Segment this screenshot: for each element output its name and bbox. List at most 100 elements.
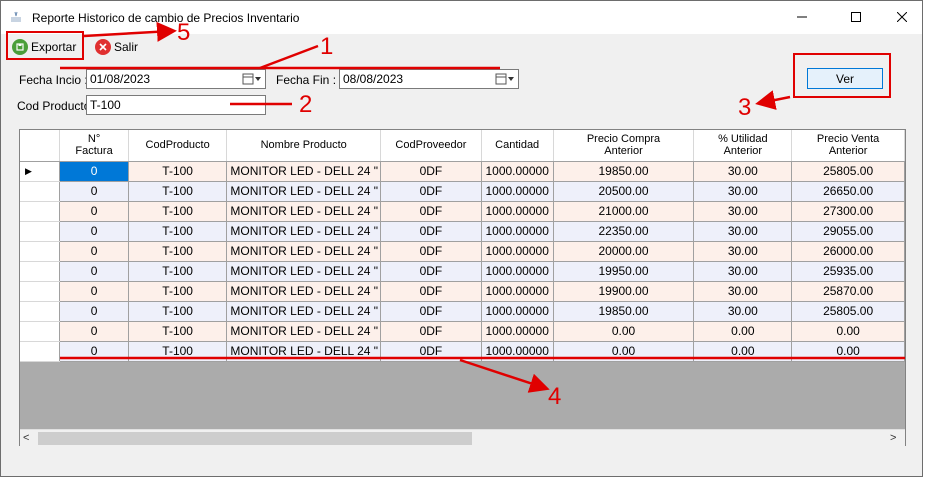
cell-codproducto[interactable]: T-100 [128, 201, 228, 222]
fecha-fin-picker[interactable]: 08/08/2023 [339, 69, 519, 89]
cell-precio-venta[interactable]: 25805.00 [791, 301, 905, 322]
cell-codproveedor[interactable]: 0DF [380, 201, 482, 222]
cell-codproveedor[interactable]: 0DF [380, 261, 482, 282]
cell-nombre[interactable]: MONITOR LED - DELL 24 " [226, 321, 382, 342]
table-row[interactable]: ▶ 0 T-100 MONITOR LED - DELL 24 " 0DF 1000.00… [20, 161, 905, 182]
cell-codproducto[interactable]: T-100 [128, 241, 228, 262]
cell-precio-venta[interactable]: 27300.00 [791, 201, 905, 222]
cell-precio-compra[interactable]: 19950.00 [553, 261, 695, 282]
table-row[interactable]: 0 T-100 MONITOR LED - DELL 24 " 0DF 1000.000… [20, 201, 905, 222]
cell-cantidad[interactable]: 1000.00000 [481, 341, 554, 362]
cell-nombre[interactable]: MONITOR LED - DELL 24 " [226, 181, 382, 202]
cell-precio-compra[interactable]: 0.00 [553, 341, 695, 362]
row-header[interactable] [20, 261, 61, 282]
title-bar[interactable]: Reporte Historico de cambio de Precios I… [1, 1, 922, 34]
cell-utilidad[interactable]: 30.00 [693, 281, 793, 302]
cod-producto-input[interactable]: T-100 [86, 95, 266, 115]
cell-precio-venta[interactable]: 0.00 [791, 321, 905, 342]
cell-utilidad[interactable]: 30.00 [693, 221, 793, 242]
cell-cantidad[interactable]: 1000.00000 [481, 261, 554, 282]
cell-factura[interactable]: 0 [59, 281, 129, 302]
cell-factura[interactable]: 0 [59, 181, 129, 202]
cell-codproveedor[interactable]: 0DF [380, 181, 482, 202]
cell-nombre[interactable]: MONITOR LED - DELL 24 " [226, 161, 382, 182]
cell-nombre[interactable]: MONITOR LED - DELL 24 " [226, 341, 382, 362]
table-row[interactable]: 0 T-100 MONITOR LED - DELL 24 " 0DF 1000.000… [20, 321, 905, 342]
table-row[interactable]: 0 T-100 MONITOR LED - DELL 24 " 0DF 1000.000… [20, 241, 905, 262]
cell-codproveedor[interactable]: 0DF [380, 161, 482, 182]
cell-precio-compra[interactable]: 20500.00 [553, 181, 695, 202]
table-row[interactable]: 0 T-100 MONITOR LED - DELL 24 " 0DF 1000.000… [20, 181, 905, 202]
cell-codproveedor[interactable]: 0DF [380, 241, 482, 262]
cell-cantidad[interactable]: 1000.00000 [481, 321, 554, 342]
column-header-precio-compra[interactable]: Precio Compra Anterior [553, 130, 695, 162]
cell-cantidad[interactable]: 1000.00000 [481, 241, 554, 262]
maximize-button[interactable] [833, 1, 879, 33]
row-header[interactable]: ▶ [20, 161, 61, 182]
cell-precio-venta[interactable]: 25870.00 [791, 281, 905, 302]
table-row[interactable]: 0 T-100 MONITOR LED - DELL 24 " 0DF 1000.000… [20, 301, 905, 322]
cell-nombre[interactable]: MONITOR LED - DELL 24 " [226, 201, 382, 222]
cell-codproveedor[interactable]: 0DF [380, 341, 482, 362]
cell-nombre[interactable]: MONITOR LED - DELL 24 " [226, 301, 382, 322]
cell-codproveedor[interactable]: 0DF [380, 321, 482, 342]
cell-factura[interactable]: 0 [59, 321, 129, 342]
scroll-thumb[interactable] [38, 432, 472, 445]
row-header[interactable] [20, 341, 61, 362]
row-header[interactable] [20, 241, 61, 262]
cell-factura[interactable]: 0 [59, 161, 129, 182]
row-header[interactable] [20, 301, 61, 322]
cell-precio-compra[interactable]: 21000.00 [553, 201, 695, 222]
scroll-right-icon[interactable]: > [890, 432, 902, 444]
cell-cantidad[interactable]: 1000.00000 [481, 301, 554, 322]
cell-utilidad[interactable]: 30.00 [693, 161, 793, 182]
horizontal-scrollbar[interactable]: < > [20, 429, 905, 446]
cell-codproducto[interactable]: T-100 [128, 161, 228, 182]
cell-factura[interactable]: 0 [59, 301, 129, 322]
column-header-cantidad[interactable]: Cantidad [481, 130, 554, 162]
cell-factura[interactable]: 0 [59, 261, 129, 282]
fecha-inicio-picker[interactable]: 01/08/2023 [86, 69, 266, 89]
exit-button[interactable]: Salir [95, 36, 138, 58]
cell-precio-compra[interactable]: 19850.00 [553, 161, 695, 182]
cell-factura[interactable]: 0 [59, 221, 129, 242]
table-row[interactable]: 0 T-100 MONITOR LED - DELL 24 " 0DF 1000.000… [20, 261, 905, 282]
column-header-factura[interactable]: N° Factura [59, 130, 129, 162]
cell-nombre[interactable]: MONITOR LED - DELL 24 " [226, 221, 382, 242]
cell-precio-compra[interactable]: 20000.00 [553, 241, 695, 262]
cell-codproducto[interactable]: T-100 [128, 261, 228, 282]
cell-precio-venta[interactable]: 25805.00 [791, 161, 905, 182]
close-button[interactable] [879, 1, 925, 33]
data-grid[interactable]: N° Factura CodProducto Nombre Producto Co… [19, 129, 906, 446]
row-header[interactable] [20, 281, 61, 302]
cell-cantidad[interactable]: 1000.00000 [481, 281, 554, 302]
cell-utilidad[interactable]: 30.00 [693, 261, 793, 282]
calendar-dropdown-icon[interactable] [242, 73, 262, 85]
cell-nombre[interactable]: MONITOR LED - DELL 24 " [226, 261, 382, 282]
row-header[interactable] [20, 321, 61, 342]
cell-nombre[interactable]: MONITOR LED - DELL 24 " [226, 241, 382, 262]
table-row[interactable]: 0 T-100 MONITOR LED - DELL 24 " 0DF 1000.000… [20, 221, 905, 242]
cell-cantidad[interactable]: 1000.00000 [481, 201, 554, 222]
cell-factura[interactable]: 0 [59, 201, 129, 222]
cell-precio-venta[interactable]: 29055.00 [791, 221, 905, 242]
cell-utilidad[interactable]: 30.00 [693, 301, 793, 322]
scroll-left-icon[interactable]: < [23, 432, 35, 444]
cell-codproducto[interactable]: T-100 [128, 181, 228, 202]
row-header[interactable] [20, 181, 61, 202]
column-header-nombre[interactable]: Nombre Producto [226, 130, 382, 162]
column-header-codproveedor[interactable]: CodProveedor [380, 130, 482, 162]
cell-precio-venta[interactable]: 26000.00 [791, 241, 905, 262]
table-row[interactable]: 0 T-100 MONITOR LED - DELL 24 " 0DF 1000.000… [20, 341, 905, 362]
cell-precio-compra[interactable]: 22350.00 [553, 221, 695, 242]
cell-codproveedor[interactable]: 0DF [380, 221, 482, 242]
cell-precio-compra[interactable]: 19850.00 [553, 301, 695, 322]
cell-cantidad[interactable]: 1000.00000 [481, 181, 554, 202]
ver-button[interactable]: Ver [807, 68, 883, 89]
cell-codproducto[interactable]: T-100 [128, 281, 228, 302]
row-header[interactable] [20, 201, 61, 222]
export-button[interactable]: Exportar [12, 36, 76, 58]
cell-utilidad[interactable]: 0.00 [693, 341, 793, 362]
cell-cantidad[interactable]: 1000.00000 [481, 221, 554, 242]
cell-precio-compra[interactable]: 0.00 [553, 321, 695, 342]
